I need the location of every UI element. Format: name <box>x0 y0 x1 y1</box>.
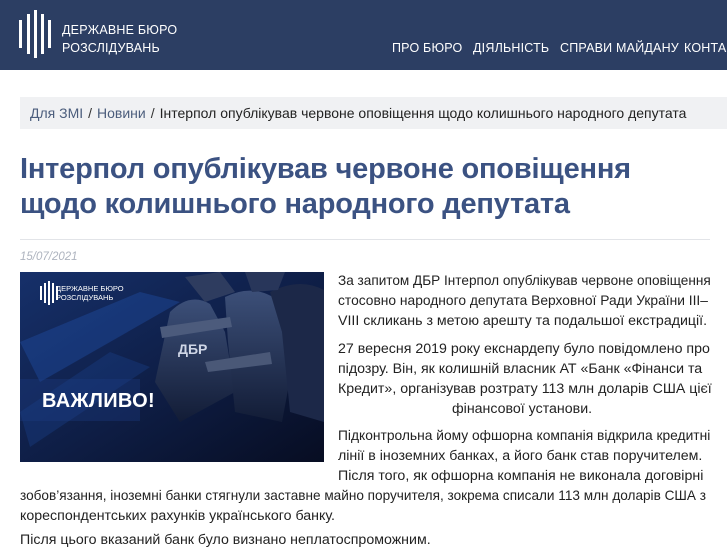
article-date: 15/07/2021 <box>20 251 78 263</box>
p4-line: Після цього вказаний банк було визнано н… <box>20 532 431 548</box>
article-title: Інтерпол опублікував червоне оповіщення … <box>20 152 660 222</box>
p3-line: Після того, як офшорна компанія не викон… <box>338 468 704 484</box>
p3-line: кореспондентських рахунків українського … <box>20 508 335 524</box>
p3-line: зобов’язання, іноземні банки стягнули за… <box>20 488 706 503</box>
breadcrumb-separator: / <box>150 105 155 121</box>
p2-line: 27 вересня 2019 року екснардепу було пов… <box>338 341 710 357</box>
article-image-label: ВАЖЛИВО! <box>42 390 155 412</box>
p1-line: VIII скликань з метою арешту та подальшо… <box>338 313 708 329</box>
site-logo-text[interactable]: ДЕРЖАВНЕ БЮРО РОЗСЛІДУВАНЬ <box>62 21 177 57</box>
p2-line: підозру. Він, як колишній власник АТ «Ба… <box>338 361 703 377</box>
site-header: ДЕРЖАВНЕ БЮРО РОЗСЛІДУВАНЬ ПРО БЮРО ДІЯЛ… <box>0 0 727 70</box>
nav-item-contacts[interactable]: КОНТАКТИ <box>684 41 727 55</box>
logo-line-1: ДЕРЖАВНЕ БЮРО <box>62 23 178 37</box>
vest-text: ДБР <box>178 341 207 357</box>
breadcrumb-news[interactable]: Новини <box>97 105 146 121</box>
logo-line-2: РОЗСЛІДУВАНЬ <box>62 41 160 55</box>
title-divider <box>20 239 710 240</box>
breadcrumb-separator: / <box>88 105 93 121</box>
p2-line: фінансової установи. <box>452 401 593 417</box>
nav-item-maidan-cases[interactable]: СПРАВИ МАЙДАНУ <box>560 41 679 55</box>
p3-line: Підконтрольна йому офшорна компанія відк… <box>338 428 711 443</box>
article-image-logo-text: ДЕРЖАВНЕ БЮРО РОЗСЛІДУВАНЬ <box>56 284 124 302</box>
breadcrumb-for-media[interactable]: Для ЗМІ <box>30 105 83 121</box>
p1-line: За запитом ДБР Інтерпол опублікував черв… <box>338 273 711 288</box>
image-logo-line-1: ДЕРЖАВНЕ БЮРО <box>56 284 124 293</box>
breadcrumb: Для ЗМІ / Новини / Інтерпол опублікував … <box>20 97 727 129</box>
image-logo-line-2: РОЗСЛІДУВАНЬ <box>56 293 114 302</box>
nav-item-activity[interactable]: ДІЯЛЬНІСТЬ <box>473 41 549 55</box>
p2-line: Кредит», організував розтрату 113 млн до… <box>338 381 712 397</box>
p3-line: лінії в іноземних банках, а його банк ст… <box>338 448 703 464</box>
dbr-logo-icon[interactable] <box>18 10 52 58</box>
nav-item-about[interactable]: ПРО БЮРО <box>392 41 462 55</box>
article-title-line-1: Інтерпол опублікував червоне оповіщення <box>20 153 631 185</box>
article-title-line-2: щодо колишнього народного депутата <box>20 188 570 220</box>
p1-line: стосовно народного депутата Верховної Ра… <box>338 293 708 308</box>
breadcrumb-current: Інтерпол опублікував червоне оповіщення … <box>159 105 687 121</box>
